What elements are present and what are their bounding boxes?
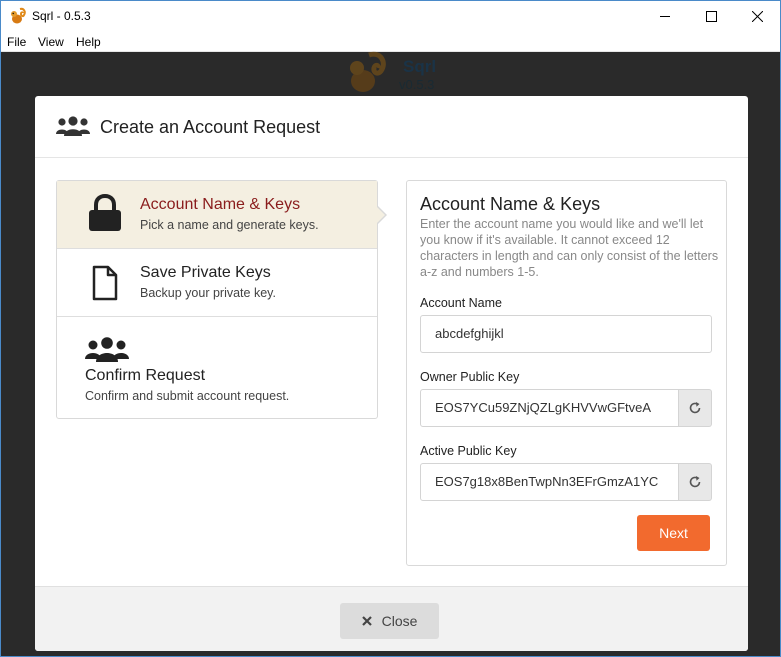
refresh-icon <box>689 476 701 488</box>
next-button[interactable]: Next <box>637 515 710 551</box>
modal-title: Create an Account Request <box>100 117 321 137</box>
file-icon <box>92 265 118 301</box>
app-window: Sqrl - 0.5.3 File View Help Sqrl v0.5.3 <box>0 0 781 657</box>
form-title: Account Name & Keys <box>420 194 601 214</box>
squirrel-logo-icon <box>350 51 386 92</box>
step-description: Confirm and submit account request. <box>85 389 290 403</box>
step-title: Confirm Request <box>85 367 206 384</box>
owner-public-key-input[interactable]: EOS7YCu59ZNjQZLgKHVVwGFtveA <box>420 389 679 427</box>
window-close-button[interactable] <box>734 1 780 32</box>
create-account-modal: Create an Account Request Account Name &… <box>35 96 748 651</box>
modal-footer: Close <box>35 586 748 651</box>
close-icon <box>751 11 763 22</box>
step-confirm-request[interactable]: Confirm Request Confirm and submit accou… <box>57 317 377 418</box>
regenerate-active-key-button[interactable] <box>679 463 712 501</box>
background-app-name: Sqrl <box>403 57 437 76</box>
refresh-icon <box>689 402 701 414</box>
account-form-panel: Account Name & Keys Enter the account na… <box>406 180 727 566</box>
active-public-key-label: Active Public Key <box>420 444 517 458</box>
step-title: Save Private Keys <box>140 264 271 281</box>
minimize-button[interactable] <box>642 1 688 32</box>
step-save-private-keys[interactable]: Save Private Keys Backup your private ke… <box>57 249 377 317</box>
minimize-icon <box>659 16 670 17</box>
active-step-pointer-fill <box>376 206 385 224</box>
account-name-label: Account Name <box>420 296 502 310</box>
form-description: Enter the account name you would like an… <box>420 217 719 279</box>
account-name-input[interactable]: abcdefghijkl <box>420 315 712 353</box>
step-description: Backup your private key. <box>140 286 276 300</box>
close-icon <box>361 616 372 626</box>
modal-header: Create an Account Request <box>35 96 748 158</box>
owner-public-key-label: Owner Public Key <box>420 370 520 384</box>
background-app-version: v0.5.3 <box>399 77 435 92</box>
step-description: Pick a name and generate keys. <box>140 218 319 232</box>
title-bar[interactable]: Sqrl - 0.5.3 <box>1 1 780 32</box>
lock-icon <box>89 194 121 231</box>
active-public-key-input[interactable]: EOS7g18x8BenTwpNn3EFrGmzA1YC <box>420 463 679 501</box>
close-button-label: Close <box>381 613 418 629</box>
menu-bar: File View Help <box>1 32 780 52</box>
squirrel-logo-icon <box>11 7 26 24</box>
users-icon <box>56 116 90 136</box>
maximize-icon <box>705 11 717 22</box>
steps-list: Account Name & Keys Pick a name and gene… <box>56 180 387 419</box>
regenerate-owner-key-button[interactable] <box>679 389 712 427</box>
users-icon <box>85 337 129 362</box>
menu-help[interactable]: Help <box>76 35 101 49</box>
maximize-button[interactable] <box>688 1 734 32</box>
window-title: Sqrl - 0.5.3 <box>32 9 91 23</box>
menu-file[interactable]: File <box>7 35 26 49</box>
step-title: Account Name & Keys <box>140 196 301 213</box>
step-account-name-keys[interactable]: Account Name & Keys Pick a name and gene… <box>57 181 377 249</box>
close-button[interactable]: Close <box>340 603 439 639</box>
menu-view[interactable]: View <box>38 35 64 49</box>
